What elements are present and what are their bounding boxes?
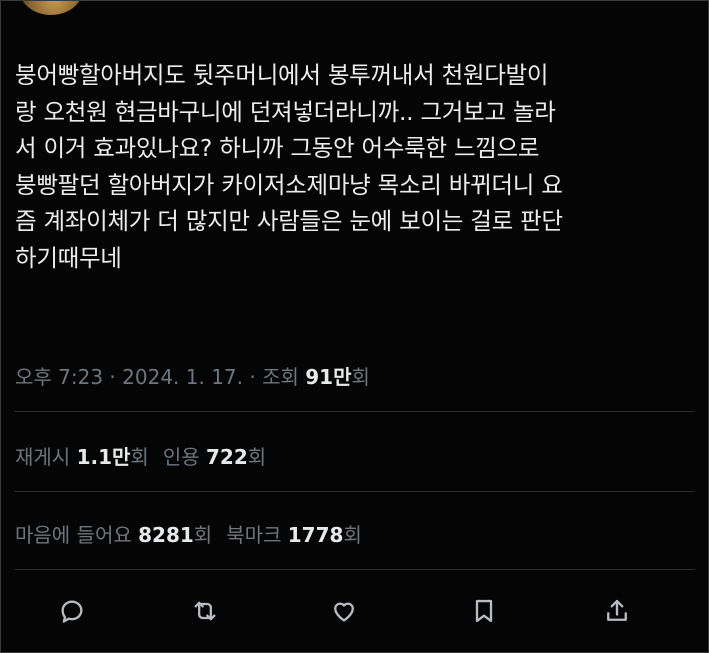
bookmarks-suffix: 회: [343, 523, 362, 547]
likes-suffix: 회: [193, 523, 213, 547]
like-icon: [334, 602, 354, 622]
meta-separator: ·: [243, 365, 263, 389]
share-button[interactable]: [599, 593, 635, 629]
bookmark-button[interactable]: [466, 593, 502, 629]
bookmarks-label: 북마크: [226, 523, 288, 547]
repost-button[interactable]: [187, 593, 223, 629]
tweet-text-line: 랑 오천원 현금바구니에 던져넣더라니까.. 그거보고 놀라: [15, 97, 556, 126]
reposts-suffix: 회: [130, 445, 149, 469]
bookmarks-stat[interactable]: 북마크 1778회: [226, 523, 362, 547]
divider: [15, 411, 695, 412]
stats-row-likes: 마음에 들어요 8281회 북마크 1778회: [15, 519, 362, 548]
share-icon: [607, 599, 627, 621]
views-suffix: 회: [351, 365, 370, 389]
tweet-text-line: 붕어빵할아버지도 뒷주머니에서 봉투꺼내서 천원다발이: [15, 61, 549, 89]
tweet-time[interactable]: 오후 7:23: [15, 365, 103, 389]
tweet-date[interactable]: 2024. 1. 17.: [122, 365, 243, 389]
repost-icon: [194, 601, 216, 621]
quotes-suffix: 회: [247, 445, 267, 469]
tweet-detail: 붕어빵할아버지도 뒷주머니에서 봉투꺼내서 천원다발이 랑 오천원 현금바구니에…: [0, 0, 709, 653]
reposts-stat[interactable]: 재게시 1.1만회: [15, 445, 149, 469]
tweet-text: 붕어빵할아버지도 뒷주머니에서 봉투꺼내서 천원다발이 랑 오천원 현금바구니에…: [15, 57, 695, 276]
meta-separator: ·: [103, 365, 123, 389]
tweet-text-line: 서 이거 효과있나요? 하니까 그동안 어수룩한 느낌으로: [15, 134, 540, 162]
reposts-count: 1.1만: [76, 445, 131, 469]
reply-button[interactable]: [54, 593, 90, 629]
divider: [15, 569, 695, 570]
reply-icon: [61, 600, 83, 623]
views-label: 조회: [262, 365, 306, 389]
likes-label: 마음에 들어요: [15, 523, 139, 547]
action-bar: [1, 589, 708, 633]
divider: [15, 491, 695, 492]
bookmarks-count: 1778: [287, 523, 344, 547]
stats-row-reposts: 재게시 1.1만회 인용 722회: [15, 441, 266, 470]
tweet-text-line: 하기때무네: [15, 243, 122, 272]
likes-stat[interactable]: 마음에 들어요 8281회: [15, 523, 212, 547]
tweet-text-line: 즘 계좌이체가 더 많지만 사람들은 눈에 보이는 걸로 판단: [15, 207, 563, 235]
tweet-meta: 오후 7:23 · 2024. 1. 17. · 조회 91만회: [15, 361, 370, 390]
quotes-count: 722: [205, 445, 248, 469]
tweet-text-line: 붕빵팔던 할아버지가 카이저소제마냥 목소리 바뀌더니 요: [15, 170, 563, 199]
quotes-label: 인용: [162, 445, 206, 469]
reposts-label: 재게시: [15, 445, 77, 469]
views-count: 91만: [305, 365, 352, 389]
like-button[interactable]: [326, 593, 362, 629]
likes-count: 8281: [138, 523, 194, 547]
bookmark-icon: [475, 599, 493, 623]
avatar[interactable]: [19, 1, 83, 15]
quotes-stat[interactable]: 인용 722회: [163, 445, 266, 469]
